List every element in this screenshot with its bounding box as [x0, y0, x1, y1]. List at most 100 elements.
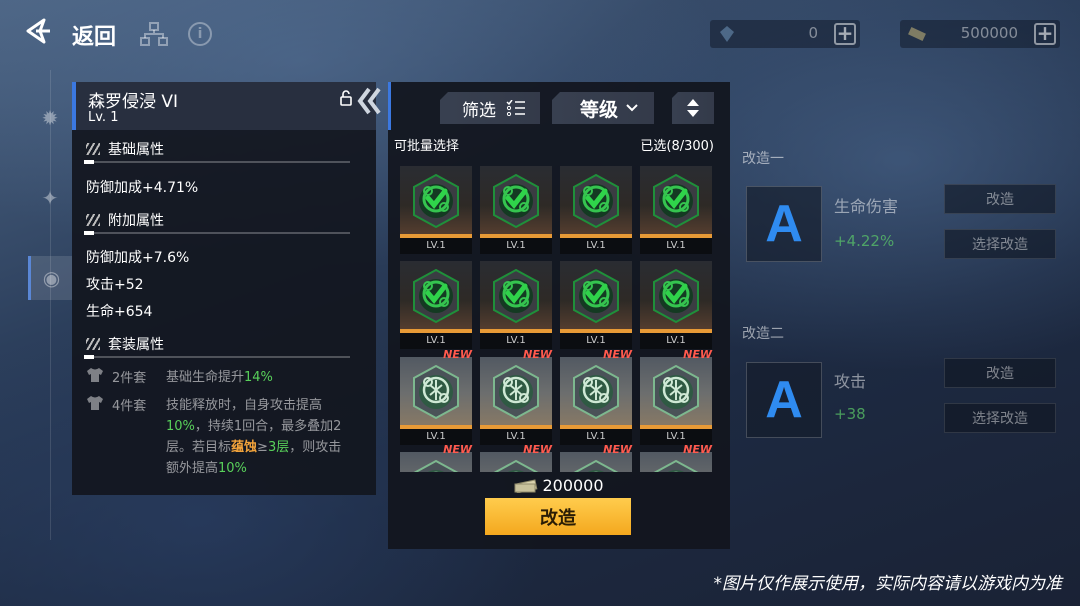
extra-attr-title: 附加属性 — [108, 213, 164, 229]
material-card[interactable]: LV.1 NEW — [400, 348, 472, 445]
material-card-image — [560, 261, 632, 333]
slot1-stat-value: +4.22% — [834, 232, 895, 250]
material-card-image — [560, 166, 632, 238]
selected-chip-icon — [653, 174, 699, 228]
chip-icon — [653, 460, 699, 472]
material-card[interactable]: LV.1 — [480, 166, 552, 254]
slot1-modify-button[interactable]: 改造 — [944, 184, 1056, 214]
picker-accent — [388, 82, 391, 130]
new-badge: NEW — [443, 443, 472, 456]
equipment-detail-panel: 森罗侵浸 VI Lv. 1 基础属性 防御加成+4.71% 附加属性 防御加成+… — [72, 82, 376, 495]
material-card[interactable]: LV.1 — [480, 261, 552, 349]
new-badge: NEW — [523, 443, 552, 456]
modify-button[interactable]: 改造 — [485, 498, 631, 535]
hierarchy-icon[interactable] — [140, 22, 168, 46]
slot2-select-button[interactable]: 选择改造 — [944, 403, 1056, 433]
chip-icon — [573, 365, 619, 419]
material-card-image — [480, 166, 552, 238]
sidenav-item-2[interactable]: ✦ — [28, 176, 72, 220]
material-card-image — [640, 166, 712, 238]
new-badge: NEW — [683, 443, 712, 456]
material-card[interactable]: LV.1 — [640, 261, 712, 349]
slot2-grade-card: A — [746, 362, 822, 438]
selected-chip-icon — [413, 174, 459, 228]
disclaimer: *图片仅作展示使用，实际内容请以游戏内为准 — [713, 574, 1063, 594]
slot2-stat-name: 攻击 — [834, 372, 867, 391]
new-badge: NEW — [523, 348, 552, 361]
material-card[interactable]: LV.1 NEW — [480, 348, 552, 445]
material-card-level: LV.1 — [400, 333, 472, 349]
selected-chip-icon — [653, 269, 699, 323]
base-attr-item: 防御加成+4.71% — [86, 180, 199, 196]
slot1-stat-name: 生命伤害 — [834, 197, 899, 216]
new-badge: NEW — [683, 348, 712, 361]
slot1-select-button[interactable]: 选择改造 — [944, 229, 1056, 259]
modify-slot-2: 改造二 — [742, 323, 784, 343]
base-attr-heading: 基础属性 — [86, 139, 164, 159]
chip-icon — [413, 365, 459, 419]
sort-dropdown[interactable]: 等级 — [552, 92, 654, 124]
slot1-grade-card: A — [746, 186, 822, 262]
resource-counter-2: 500000 + — [900, 20, 1060, 48]
selected-chip-icon — [573, 174, 619, 228]
extra-attr-item: 防御加成+7.6% — [86, 250, 190, 266]
slot2-grade-letter: A — [765, 371, 803, 429]
sidenav-item-3[interactable]: ◉ — [28, 256, 72, 300]
material-card[interactable]: NEW — [400, 443, 472, 472]
equipment-name: 森罗侵浸 VI — [88, 92, 179, 112]
batch-select-label: 可批量选择 — [394, 139, 460, 154]
material-picker-panel: 筛选 等级 可批量选择 已选(8/300) LV.1 LV.1 LV.1 LV.1 LV… — [388, 82, 730, 549]
slot2-title: 改造二 — [742, 326, 784, 342]
material-card[interactable]: LV.1 NEW — [640, 348, 712, 445]
material-card-level: LV.1 — [480, 238, 552, 254]
material-card-level: LV.1 — [400, 238, 472, 254]
material-card[interactable]: NEW — [640, 443, 712, 472]
set-2-count: 2件套 — [112, 371, 147, 386]
material-card[interactable]: LV.1 — [400, 261, 472, 349]
slot2-modify-button[interactable]: 改造 — [944, 358, 1056, 388]
set-bonus-2: 2件套 基础生命提升14% — [86, 367, 352, 388]
selected-chip-icon — [493, 174, 539, 228]
material-card-image — [640, 357, 712, 429]
extra-attr-heading: 附加属性 — [86, 210, 164, 230]
material-card[interactable]: LV.1 NEW — [560, 348, 632, 445]
material-card-image — [400, 357, 472, 429]
material-card-image — [400, 166, 472, 238]
shirt-icon — [87, 396, 103, 410]
material-grid: LV.1 LV.1 LV.1 LV.1 LV.1 LV.1 LV.1 LV.1 LV.1 NEW L… — [400, 164, 716, 472]
back-arrow-icon[interactable] — [22, 16, 52, 46]
material-card-level: LV.1 — [640, 238, 712, 254]
sidenav-item-1[interactable]: ✹ — [28, 96, 72, 140]
chip-icon — [573, 460, 619, 472]
resource-counter-1: 0 + — [710, 20, 860, 48]
chevron-down-icon — [626, 104, 638, 112]
material-card[interactable]: NEW — [480, 443, 552, 472]
new-badge: NEW — [603, 348, 632, 361]
material-card[interactable]: LV.1 — [560, 166, 632, 254]
unlock-icon[interactable] — [340, 90, 354, 106]
chip-icon — [493, 460, 539, 472]
material-card[interactable]: LV.1 — [560, 261, 632, 349]
material-card[interactable]: LV.1 — [640, 166, 712, 254]
set-attr-heading: 套装属性 — [86, 334, 164, 354]
back-label[interactable]: 返回 — [72, 19, 116, 51]
add-resource-2-button[interactable]: + — [1034, 23, 1056, 45]
cost-display: 200000 — [388, 476, 730, 495]
sort-order-button[interactable] — [672, 92, 714, 124]
info-icon[interactable]: i — [188, 22, 212, 46]
extra-attr-item: 生命+654 — [86, 304, 153, 320]
detail-header: 森罗侵浸 VI Lv. 1 — [72, 82, 376, 130]
set-4-count: 4件套 — [112, 399, 147, 414]
chip-icon — [493, 365, 539, 419]
material-card[interactable]: LV.1 — [400, 166, 472, 254]
add-resource-1-button[interactable]: + — [834, 23, 856, 45]
material-card[interactable]: NEW — [560, 443, 632, 472]
ticket-icon — [908, 26, 926, 42]
filter-button[interactable]: 筛选 — [440, 92, 540, 124]
side-nav: ✹ ✦ ◉ — [28, 96, 72, 336]
set-attr-divider — [84, 355, 350, 359]
collapse-panel-icon[interactable] — [355, 86, 387, 116]
extra-attr-divider — [84, 231, 350, 235]
stripe-icon — [86, 214, 100, 226]
filter-list-icon — [506, 100, 525, 116]
